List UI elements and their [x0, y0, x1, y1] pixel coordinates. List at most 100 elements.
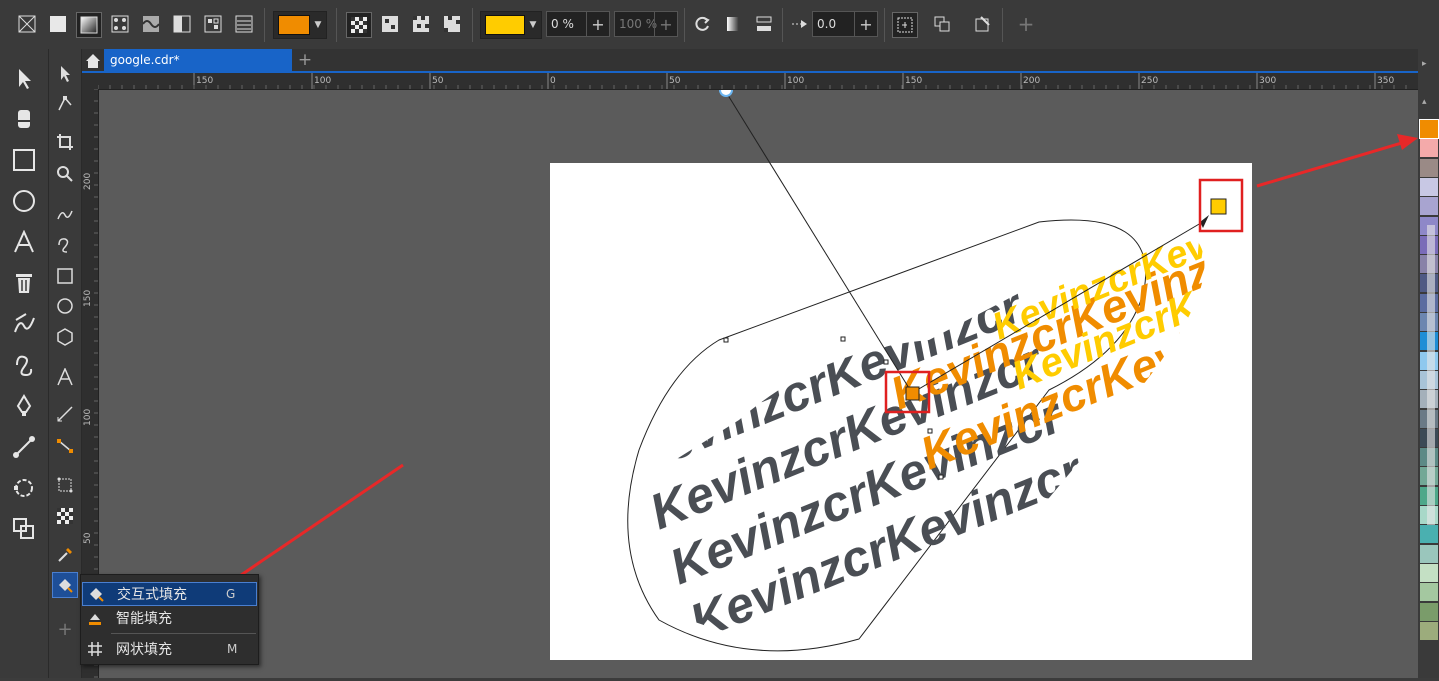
two-color-pattern-fill-icon[interactable] — [170, 12, 194, 36]
chevron-right-icon[interactable]: ▸ — [1422, 59, 1427, 69]
text-icon[interactable] — [52, 364, 78, 390]
acceleration-icon — [790, 12, 810, 36]
toolbox — [0, 49, 49, 678]
palette-swatch[interactable] — [1420, 621, 1438, 640]
ruler-label: 150 — [196, 76, 213, 86]
menu-divider — [111, 633, 256, 634]
palette-swatch[interactable] — [1420, 177, 1438, 196]
vector-pattern-fill-icon[interactable] — [108, 12, 132, 36]
pick-icon[interactable] — [52, 61, 78, 87]
transparency-value: 0 % — [551, 17, 574, 31]
horizontal-ruler[interactable]: 150 100 50 0 50 100 150 200 250 300 350 — [97, 73, 1418, 90]
interactive-fill-item[interactable]: 交互式填充 G — [82, 582, 257, 606]
separator — [782, 8, 783, 42]
weld-icon[interactable] — [8, 513, 40, 545]
shape-tool-icon[interactable] — [8, 472, 40, 504]
chevron-up-icon[interactable]: ▴ — [1422, 97, 1427, 107]
pick-tool-icon[interactable] — [8, 63, 40, 95]
bitmap-pattern-fill-icon[interactable] — [139, 12, 163, 36]
polygon-icon[interactable] — [52, 324, 78, 350]
add-icon[interactable]: + — [1014, 12, 1038, 36]
dimension-icon[interactable] — [52, 401, 78, 427]
ruler-label: 100 — [314, 76, 331, 86]
palette-swatch[interactable] — [1420, 544, 1438, 563]
fountain-fill-icon[interactable] — [76, 12, 102, 38]
palette-swatch[interactable] — [1420, 602, 1438, 621]
connector-icon[interactable] — [52, 433, 78, 459]
palette-swatch[interactable] — [1419, 119, 1439, 139]
shortcut-label: G — [226, 587, 236, 601]
text-tool-icon[interactable] — [8, 226, 40, 258]
freehand-icon[interactable] — [52, 201, 78, 227]
ruler-corner[interactable] — [82, 73, 98, 89]
pen-tool-icon[interactable] — [8, 390, 40, 422]
artistic-media-tool-icon[interactable] — [8, 308, 40, 340]
zoom-icon[interactable] — [52, 161, 78, 187]
home-icon[interactable] — [82, 49, 104, 72]
ruler-label: 100 — [83, 409, 93, 426]
bspline-icon[interactable] — [52, 232, 78, 258]
separator — [1002, 8, 1003, 42]
ellipse-icon[interactable] — [52, 293, 78, 319]
menu-item-label: 网状填充 — [116, 642, 172, 658]
crop-icon[interactable] — [52, 129, 78, 155]
transparency-mode-icon[interactable] — [378, 12, 402, 36]
bezier-tool-icon[interactable] — [8, 349, 40, 381]
ruler-label: 200 — [1023, 76, 1040, 86]
palette-swatch[interactable] — [1420, 158, 1438, 177]
freeze-transparency-icon[interactable] — [440, 12, 464, 36]
eyedropper-icon[interactable] — [52, 542, 78, 568]
rectangle-icon[interactable] — [52, 263, 78, 289]
chevron-down-icon: ▼ — [314, 20, 322, 30]
plus-minus-icon[interactable]: + — [854, 12, 877, 36]
ruler-label: 50 — [432, 76, 444, 86]
artwork[interactable]: KevinzcrKevinzcrKevinzcrKevinzcrKevinzcr… — [99, 90, 1418, 678]
edit-fill-dialog-icon[interactable] — [970, 12, 994, 36]
fill-color-2-picker[interactable]: ▼ — [480, 11, 542, 39]
interactive-fill-icon — [83, 586, 109, 602]
ellipse-tool-icon[interactable] — [8, 185, 40, 217]
acceleration-input[interactable]: 0.0 + — [812, 11, 878, 37]
rotate-icon[interactable] — [690, 12, 714, 36]
palette-swatch[interactable] — [1420, 583, 1438, 602]
ruler-label: 200 — [83, 173, 93, 190]
rectangle-tool-icon[interactable] — [8, 144, 40, 176]
texture-fill-icon[interactable] — [201, 12, 225, 36]
delete-icon[interactable] — [8, 267, 40, 299]
shape-edit-icon[interactable] — [52, 91, 78, 117]
uniform-fill-icon[interactable] — [46, 12, 70, 36]
fill-mode-icon[interactable] — [346, 12, 372, 38]
ruler-label: 100 — [787, 76, 804, 86]
eraser-tool-icon[interactable] — [8, 103, 40, 135]
connector-tool-icon[interactable] — [8, 431, 40, 463]
transparency-input[interactable]: 0 % + — [546, 11, 610, 37]
envelope-icon[interactable] — [52, 472, 78, 498]
add-tab-icon[interactable]: + — [294, 49, 316, 71]
palette-swatch[interactable] — [1420, 197, 1438, 216]
gradient-step-icon[interactable] — [722, 12, 746, 36]
no-fill-icon[interactable] — [15, 12, 39, 36]
mesh-fill-item[interactable]: 网状填充 M — [82, 637, 257, 661]
merge-mode-icon[interactable] — [409, 12, 433, 36]
palette-swatch[interactable] — [1420, 563, 1438, 582]
add-tool-icon[interactable]: + — [52, 616, 78, 642]
separator — [336, 8, 337, 42]
interactive-fill-tool-icon[interactable] — [52, 572, 78, 598]
separator — [264, 8, 265, 42]
plus-minus-icon[interactable]: + — [586, 12, 609, 36]
palette-swatch[interactable] — [1420, 525, 1438, 544]
fill-color-1-picker[interactable]: ▼ — [273, 11, 327, 39]
free-scale-skew-icon[interactable] — [892, 12, 918, 38]
copy-fill-icon[interactable] — [930, 12, 954, 36]
smart-fill-item[interactable]: 智能填充 — [82, 606, 257, 630]
palette-scrollbar[interactable] — [1427, 225, 1435, 525]
chevron-down-icon: ▼ — [529, 20, 537, 30]
postscript-fill-icon[interactable] — [232, 12, 256, 36]
ruler-label: 350 — [1377, 76, 1394, 86]
palette-swatch[interactable] — [1420, 139, 1438, 158]
fill-start-handle — [905, 386, 920, 401]
drawing-canvas[interactable]: KevinzcrKevinzcr KevinzcrKevinzcr Kevinzcr… — [99, 90, 1418, 678]
edit-fill-icon[interactable] — [752, 12, 776, 36]
transparency-icon[interactable] — [52, 503, 78, 529]
document-tab[interactable]: google.cdr* — [104, 49, 292, 71]
